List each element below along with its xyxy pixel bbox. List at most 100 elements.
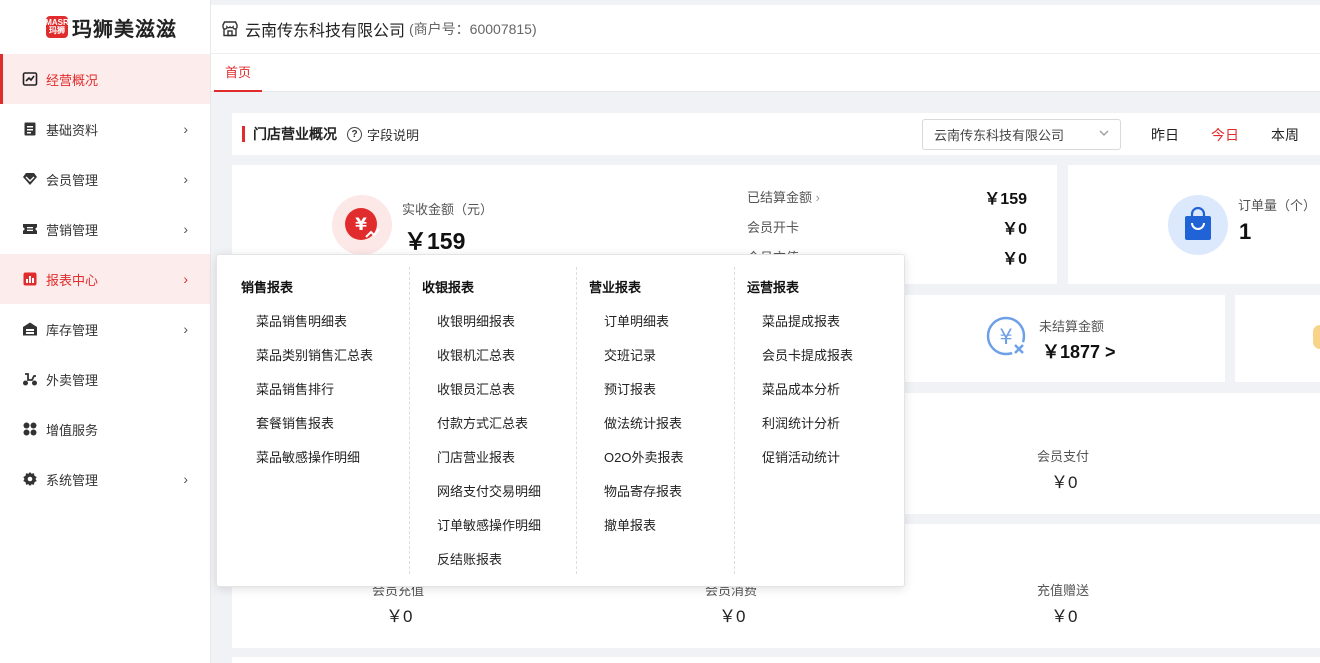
sidebar-item-label: 基础资料 xyxy=(46,122,99,138)
section-accent-bar xyxy=(242,126,245,142)
sidebar-item-label: 营销管理 xyxy=(46,222,99,238)
sidebar-item-reports[interactable]: 报表中心 › xyxy=(0,254,210,304)
report-link[interactable]: 促销活动统计 xyxy=(762,447,840,466)
apps-icon xyxy=(22,421,38,437)
sidebar-item-label: 系统管理 xyxy=(46,472,99,488)
consume-value: ￥0 xyxy=(719,607,746,626)
sidebar-item-label: 外卖管理 xyxy=(46,372,99,388)
gear-icon xyxy=(22,471,38,487)
cashier-report-title: 收银报表 xyxy=(422,280,475,295)
gift-value: ￥0 xyxy=(1051,607,1078,626)
report-link[interactable]: 付款方式汇总表 xyxy=(437,413,528,432)
field-help-label: 字段说明 xyxy=(367,127,420,143)
report-link[interactable]: 菜品销售明细表 xyxy=(256,311,347,330)
sidebar-item-label: 库存管理 xyxy=(46,322,99,338)
section-header: 门店营业概况 ? 字段说明 云南传东科技有限公司 昨日 今日 本周 xyxy=(232,113,1320,155)
cashier-report-column: 收银报表 收银明细报表 收银机汇总表 收银员汇总表 付款方式汇总表 门店营业报表… xyxy=(409,255,576,586)
member-pay-label: 会员支付 xyxy=(1037,449,1090,464)
sidebar-item-inventory[interactable]: 库存管理 › xyxy=(0,304,210,354)
operation-report-title: 运营报表 xyxy=(747,280,800,295)
unsettled-value[interactable]: ￥1877 > xyxy=(1042,338,1116,364)
report-link[interactable]: 订单明细表 xyxy=(604,311,669,330)
next-card-edge xyxy=(232,657,1320,663)
gift-label: 充值赠送 xyxy=(1037,583,1090,598)
sales-report-column: 销售报表 菜品销售明细表 菜品类别销售汇总表 菜品销售排行 套餐销售报表 菜品敏… xyxy=(217,255,409,586)
report-link[interactable]: 收银机汇总表 xyxy=(437,345,515,364)
date-tab-this-week[interactable]: 本周 xyxy=(1271,125,1299,145)
report-link[interactable]: 菜品类别销售汇总表 xyxy=(256,345,373,364)
logo: MASR 玛狮 玛狮美滋滋 xyxy=(0,0,210,54)
chevron-down-icon xyxy=(1098,127,1110,142)
svg-text:¥: ¥ xyxy=(999,325,1012,349)
sidebar-item-value-added[interactable]: 增值服务 xyxy=(0,404,210,454)
report-link[interactable]: 菜品敏感操作明细 xyxy=(256,447,360,466)
merchant-id: (商户号：60007815) xyxy=(409,21,537,37)
date-tab-today[interactable]: 今日 xyxy=(1211,125,1239,145)
logo-text: 玛狮美滋滋 xyxy=(72,18,177,41)
company-name: 云南传东科技有限公司 xyxy=(245,23,406,40)
bar-chart-icon xyxy=(22,271,38,287)
report-link[interactable]: 收银员汇总表 xyxy=(437,379,515,398)
report-link[interactable]: 反结账报表 xyxy=(437,549,502,568)
sidebar-item-marketing[interactable]: 营销管理 › xyxy=(0,204,210,254)
section-title: 门店营业概况 xyxy=(253,126,337,142)
store-icon xyxy=(221,20,239,38)
report-link[interactable]: 做法统计报表 xyxy=(604,413,682,432)
sidebar-item-delivery[interactable]: 外卖管理 xyxy=(0,354,210,404)
sidebar-item-overview[interactable]: 经营概况 xyxy=(0,54,210,104)
chevron-right-icon: › xyxy=(183,271,188,287)
report-link[interactable]: 预订报表 xyxy=(604,379,656,398)
sidebar-item-label: 会员管理 xyxy=(46,172,99,188)
store-select[interactable]: 云南传东科技有限公司 xyxy=(922,119,1121,150)
settled-label: 已结算金额 xyxy=(747,190,813,205)
ticket-icon xyxy=(22,221,38,237)
settled-link[interactable]: 已结算金额 › xyxy=(747,187,820,206)
report-link[interactable]: 套餐销售报表 xyxy=(256,413,334,432)
orders-card: 订单量（个） 1 xyxy=(1068,165,1320,284)
report-link[interactable]: 订单敏感操作明细 xyxy=(437,515,541,534)
report-link[interactable]: 菜品提成报表 xyxy=(762,311,840,330)
member-recharge-value: ￥0 xyxy=(1002,251,1027,268)
logo-badge: MASR 玛狮 xyxy=(45,16,69,38)
scooter-icon xyxy=(22,371,38,387)
svg-text:¥: ¥ xyxy=(355,215,367,235)
member-pay-value: ￥0 xyxy=(1051,473,1078,492)
chevron-right-icon: › xyxy=(183,171,188,187)
help-icon: ? xyxy=(347,126,362,142)
orders-value: 1 xyxy=(1239,219,1252,244)
operation-report-column: 运营报表 菜品提成报表 会员卡提成报表 菜品成本分析 利润统计分析 促销活动统计 xyxy=(734,255,904,586)
sidebar-item-label: 增值服务 xyxy=(46,422,99,438)
received-value: ￥159 xyxy=(404,228,466,254)
report-link[interactable]: 网络支付交易明细 xyxy=(437,481,541,500)
report-link[interactable]: 菜品成本分析 xyxy=(762,379,840,398)
sidebar-item-system[interactable]: 系统管理 › xyxy=(0,454,210,504)
field-help-link[interactable]: ? 字段说明 xyxy=(347,125,419,144)
report-link[interactable]: 交班记录 xyxy=(604,345,656,364)
report-link[interactable]: 门店营业报表 xyxy=(437,447,515,466)
tab-home[interactable]: 首页 xyxy=(214,60,263,92)
sidebar-menu: 经营概况 基础资料 › 会员管理 › 营销管理 › 报表中心 › 库存管理 › … xyxy=(0,54,210,504)
business-report-title: 营业报表 xyxy=(589,280,642,295)
date-tab-yesterday[interactable]: 昨日 xyxy=(1151,125,1179,145)
report-link[interactable]: 利润统计分析 xyxy=(762,413,840,432)
sidebar-item-basic-data[interactable]: 基础资料 › xyxy=(0,104,210,154)
chevron-right-icon: › xyxy=(183,321,188,337)
tab-bar: 首页 xyxy=(211,54,1320,92)
report-link[interactable]: O2O外卖报表 xyxy=(604,447,683,466)
diamond-icon xyxy=(22,171,38,187)
received-label: 实收金额（元） xyxy=(402,202,494,217)
report-link[interactable]: 物品寄存报表 xyxy=(604,481,682,500)
document-icon xyxy=(22,121,38,137)
report-link[interactable]: 收银明细报表 xyxy=(437,311,515,330)
report-link[interactable]: 菜品销售排行 xyxy=(256,379,334,398)
trend-chart-icon xyxy=(22,71,38,87)
chevron-right-icon: › xyxy=(815,190,820,205)
reports-popover: 销售报表 菜品销售明细表 菜品类别销售汇总表 菜品销售排行 套餐销售报表 菜品敏… xyxy=(216,254,905,587)
sidebar-item-members[interactable]: 会员管理 › xyxy=(0,154,210,204)
report-link[interactable]: 撤单报表 xyxy=(604,515,656,534)
report-link[interactable]: 会员卡提成报表 xyxy=(762,345,853,364)
sales-report-title: 销售报表 xyxy=(241,280,294,295)
store-select-value: 云南传东科技有限公司 xyxy=(934,128,1065,143)
member-card-label: 会员开卡 xyxy=(747,220,800,235)
orders-label: 订单量（个） xyxy=(1238,198,1317,213)
